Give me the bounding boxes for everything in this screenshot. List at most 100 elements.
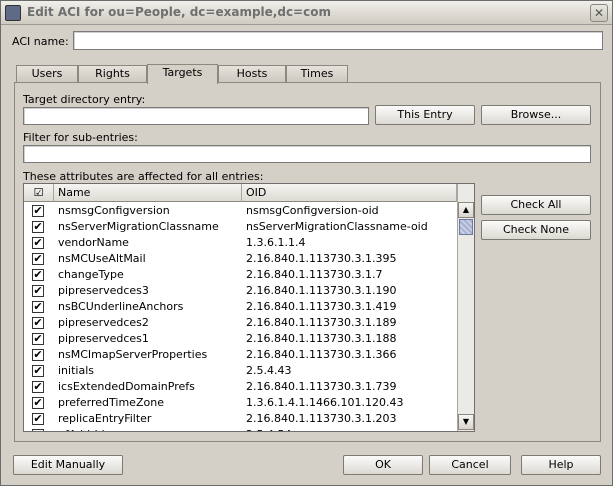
row-checkbox[interactable]: ✔ [32, 317, 44, 329]
row-checkbox[interactable]: ✔ [32, 333, 44, 345]
this-entry-button-label: This Entry [397, 108, 453, 121]
table-row[interactable]: ✔ ufAddrbk 2.5.4.54 [24, 427, 457, 431]
table-row[interactable]: ✔ icsExtendedDomainPrefs 2.16.840.1.113730… [24, 379, 457, 395]
row-name: preferredTimeZone [58, 396, 164, 409]
row-checkbox[interactable]: ✔ [32, 365, 44, 377]
row-oid: 2.16.840.1.113730.3.1.190 [246, 284, 397, 297]
aci-name-input[interactable] [73, 31, 603, 50]
row-name: icsExtendedDomainPrefs [58, 380, 195, 393]
row-checkbox[interactable]: ✔ [32, 413, 44, 425]
row-name: nsmsgConfigversion [58, 204, 170, 217]
table-header: ☑ Name OID [24, 184, 457, 202]
browse-button-label: Browse... [510, 108, 562, 121]
row-checkbox[interactable]: ✔ [32, 381, 44, 393]
row-name: initials [58, 364, 94, 377]
table-row[interactable]: ✔ initials 2.5.4.43 [24, 363, 457, 379]
row-checkbox[interactable]: ✔ [32, 269, 44, 281]
table-row[interactable]: ✔ vendorName 1.3.6.1.1.4 [24, 235, 457, 251]
row-oid: 2.16.840.1.113730.3.1.366 [246, 348, 397, 361]
table-row[interactable]: ✔ preferredTimeZone 1.3.6.1.4.1.1466.101.1… [24, 395, 457, 411]
tab-rights[interactable]: Rights [78, 65, 147, 83]
edit-manually-button[interactable]: Edit Manually [13, 455, 123, 475]
row-oid: 1.3.6.1.4.1.1466.101.120.43 [246, 396, 404, 409]
table-row[interactable]: ✔ pipreservedces2 2.16.840.1.113730.3.1.18… [24, 315, 457, 331]
scroll-down-icon[interactable]: ▼ [458, 414, 474, 430]
table-row[interactable]: ✔ nsMCUseAltMail 2.16.840.1.113730.3.1.395 [24, 251, 457, 267]
table-body: ✔ nsmsgConfigversion nsmsgConfigversion-oi… [24, 203, 457, 431]
row-checkbox[interactable]: ✔ [32, 397, 44, 409]
row-oid: 2.16.840.1.113730.3.1.7 [246, 268, 383, 281]
table-row[interactable]: ✔ nsmsgConfigversion nsmsgConfigversion-oi… [24, 203, 457, 219]
table-row[interactable]: ✔ pipreservedces3 2.16.840.1.113730.3.1.19… [24, 283, 457, 299]
attributes-label: These attributes are affected for all en… [23, 170, 264, 183]
header-oid[interactable]: OID [242, 184, 457, 202]
check-none-button-label: Check None [502, 223, 570, 236]
target-dir-input[interactable] [23, 107, 369, 125]
this-entry-button[interactable]: This Entry [375, 105, 475, 125]
row-oid: 2.5.4.54 [246, 427, 291, 431]
row-checkbox[interactable]: ✔ [32, 205, 44, 217]
row-name: nsMCImapServerProperties [58, 348, 208, 361]
tab-hosts[interactable]: Hosts [218, 65, 286, 83]
row-oid: 2.5.4.43 [246, 364, 292, 377]
close-icon[interactable]: ✕ [590, 4, 608, 22]
tab-users[interactable]: Users [16, 65, 78, 83]
table-row[interactable]: ✔ nsBCUnderlineAnchors 2.16.840.1.113730.3… [24, 299, 457, 315]
check-all-button[interactable]: Check All [481, 195, 591, 215]
row-oid: 2.16.840.1.113730.3.1.203 [246, 412, 397, 425]
row-checkbox[interactable]: ✔ [32, 285, 44, 297]
row-checkbox[interactable]: ✔ [32, 301, 44, 313]
tab-times[interactable]: Times [286, 65, 348, 83]
browse-button[interactable]: Browse... [481, 105, 591, 125]
cancel-button[interactable]: Cancel [429, 455, 511, 475]
edit-manually-button-label: Edit Manually [30, 458, 106, 471]
row-oid: nsmsgConfigversion-oid [246, 204, 379, 217]
check-none-button[interactable]: Check None [481, 220, 591, 240]
row-checkbox[interactable]: ✔ [32, 237, 44, 249]
cancel-button-label: Cancel [451, 458, 489, 471]
row-checkbox[interactable]: ✔ [32, 349, 44, 361]
row-name: pipreservedces1 [58, 332, 149, 345]
row-checkbox[interactable]: ✔ [32, 429, 44, 431]
help-button-label: Help [548, 458, 574, 471]
row-name: vendorName [58, 236, 129, 249]
table-row[interactable]: ✔ nsServerMigrationClassname nsServerMigra… [24, 219, 457, 235]
row-name: changeType [58, 268, 124, 281]
header-check-all[interactable]: ☑ [24, 184, 54, 202]
filter-input[interactable] [23, 145, 591, 163]
row-oid: nsServerMigrationClassname-oid [246, 220, 428, 233]
window-title: Edit ACI for ou=People, dc=example,dc=co… [27, 5, 331, 19]
row-oid: 2.16.840.1.113730.3.1.189 [246, 316, 397, 329]
row-name: ufAddrbk [58, 427, 108, 431]
row-oid: 2.16.840.1.113730.3.1.419 [246, 300, 397, 313]
title-bar[interactable]: Edit ACI for ou=People, dc=example,dc=co… [1, 1, 612, 25]
table-row[interactable]: ✔ replicaEntryFilter 2.16.840.1.113730.3.1… [24, 411, 457, 427]
check-all-button-label: Check All [510, 198, 562, 211]
row-checkbox[interactable]: ✔ [32, 253, 44, 265]
ok-button-label: OK [375, 458, 391, 471]
ok-button[interactable]: OK [343, 455, 423, 475]
attributes-table: ☑ Name OID ✔ nsmsgConfigversion nsmsgConfi… [23, 183, 475, 432]
row-name: pipreservedces3 [58, 284, 149, 297]
row-oid: 2.16.840.1.113730.3.1.188 [246, 332, 397, 345]
help-button[interactable]: Help [521, 455, 601, 475]
row-name: replicaEntryFilter [58, 412, 152, 425]
scroll-thumb[interactable] [459, 219, 473, 235]
aci-name-label: ACI name: [12, 35, 69, 48]
table-row[interactable]: ✔ nsMCImapServerProperties 2.16.840.1.1137… [24, 347, 457, 363]
filter-label: Filter for sub-entries: [23, 131, 138, 144]
tab-targets[interactable]: Targets [147, 64, 218, 84]
row-checkbox[interactable]: ✔ [32, 221, 44, 233]
table-row[interactable]: ✔ changeType 2.16.840.1.113730.3.1.7 [24, 267, 457, 283]
table-row[interactable]: ✔ pipreservedces1 2.16.840.1.113730.3.1.18… [24, 331, 457, 347]
dialog-window: Edit ACI for ou=People, dc=example,dc=co… [0, 0, 613, 486]
row-name: pipreservedces2 [58, 316, 149, 329]
header-name[interactable]: Name [54, 184, 242, 202]
row-oid: 1.3.6.1.1.4 [246, 236, 306, 249]
row-name: nsBCUnderlineAnchors [58, 300, 184, 313]
target-dir-label: Target directory entry: [23, 93, 146, 106]
app-icon [5, 5, 21, 21]
row-name: nsMCUseAltMail [58, 252, 146, 265]
scroll-up-icon[interactable]: ▲ [458, 202, 474, 218]
vertical-scrollbar[interactable]: ▲ ▼ [457, 184, 474, 431]
